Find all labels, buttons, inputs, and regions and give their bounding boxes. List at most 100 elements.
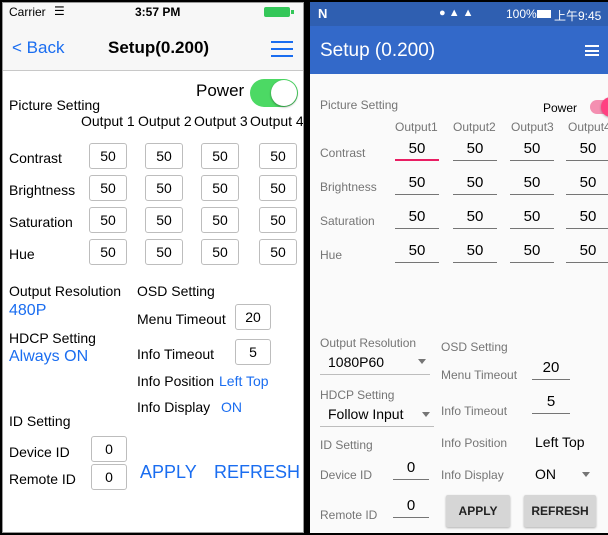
contrast-output-4-field[interactable]: 50	[259, 143, 297, 169]
power-switch[interactable]	[250, 79, 298, 107]
refresh-button[interactable]: REFRESH	[524, 495, 596, 527]
status-time: 3:57 PM	[135, 5, 181, 19]
brightness-output-2-field[interactable]: 50	[453, 173, 497, 195]
power-switch-thumb[interactable]	[601, 97, 608, 117]
contrast-output-1-field[interactable]: 50	[395, 139, 439, 161]
hue-output-1-field[interactable]: 50	[395, 241, 439, 263]
android-screen: N ● ▲ ▲ 100% 上午9:45 Setup (0.200) Pictur…	[310, 2, 608, 533]
output-resolution-value[interactable]: 480P	[9, 302, 46, 320]
contrast-output-2-field[interactable]: 50	[145, 143, 183, 169]
contrast-output-3-field[interactable]: 50	[510, 139, 554, 161]
info-timeout-field[interactable]: 5	[235, 339, 271, 365]
page-title: Setup(0.200)	[108, 38, 210, 57]
info-position-value[interactable]: Left Top	[535, 434, 585, 450]
brightness-output-2-field[interactable]: 50	[145, 175, 183, 201]
output-resolution-underline	[320, 374, 430, 375]
contrast-output-2-field[interactable]: 50	[453, 139, 497, 161]
saturation-output-3-field[interactable]: 50	[201, 207, 239, 233]
contrast-output-1-field[interactable]: 50	[89, 143, 127, 169]
output-4-header: Output4	[568, 120, 608, 134]
power-label: Power	[543, 101, 578, 115]
battery-icon	[537, 10, 551, 18]
saturation-output-3-field[interactable]: 50	[510, 207, 554, 229]
brightness-output-4-field[interactable]: 50	[566, 173, 608, 195]
hdcp-setting-value[interactable]: Follow Input	[328, 406, 403, 422]
remote-id-field[interactable]: 0	[91, 464, 127, 490]
apply-button[interactable]: APPLY	[446, 495, 510, 527]
saturation-output-1-field[interactable]: 50	[395, 207, 439, 229]
carrier-label: Carrier	[9, 5, 46, 19]
menu-timeout-field[interactable]: 20	[532, 358, 570, 380]
hue-output-3-field[interactable]: 50	[201, 239, 239, 265]
power-label: Power	[196, 81, 245, 100]
device-id-field[interactable]: 0	[393, 458, 429, 480]
saturation-label: Saturation	[320, 214, 375, 228]
hdcp-setting-underline	[320, 426, 434, 427]
android-status-bar: N ● ▲ ▲ 100% 上午9:45	[310, 2, 608, 26]
hdcp-setting-value[interactable]: Always ON	[9, 348, 88, 366]
info-timeout-label: Info Timeout	[137, 346, 215, 362]
saturation-output-2-field[interactable]: 50	[145, 207, 183, 233]
info-display-label: Info Display	[137, 399, 211, 415]
output-1-header: Output1	[395, 120, 438, 134]
saturation-output-4-field[interactable]: 50	[259, 207, 297, 233]
battery-icon	[264, 7, 290, 17]
saturation-label: Saturation	[9, 214, 73, 230]
saturation-output-1-field[interactable]: 50	[89, 207, 127, 233]
picture-setting-label: Picture Setting	[320, 98, 399, 112]
brightness-output-3-field[interactable]: 50	[510, 173, 554, 195]
output-2-header: Output 2	[138, 113, 192, 129]
brightness-label: Brightness	[9, 182, 76, 198]
hue-output-4-field[interactable]: 50	[259, 239, 297, 265]
status-time: 上午9:45	[554, 9, 602, 23]
refresh-button[interactable]: REFRESH	[214, 462, 300, 483]
output-3-header: Output 3	[194, 113, 248, 129]
android-app-bar: Setup (0.200)	[310, 26, 608, 74]
info-position-label: Info Position	[441, 436, 508, 450]
wifi-icon: ☰	[54, 4, 65, 18]
hdcp-setting-label: HDCP Setting	[320, 388, 395, 402]
hue-output-1-field[interactable]: 50	[89, 239, 127, 265]
hue-output-3-field[interactable]: 50	[510, 241, 554, 263]
contrast-output-4-field[interactable]: 50	[566, 139, 608, 161]
page-title: Setup (0.200)	[320, 40, 436, 61]
brightness-output-1-field[interactable]: 50	[89, 175, 127, 201]
output-3-header: Output3	[511, 120, 554, 134]
remote-id-label: Remote ID	[9, 471, 76, 487]
battery-percent: 100%	[506, 7, 537, 21]
device-id-field[interactable]: 0	[91, 436, 127, 462]
ios-nav-bar: < Back Setup(0.200)	[3, 21, 303, 71]
menu-timeout-field[interactable]: 20	[235, 304, 271, 330]
apply-button[interactable]: APPLY	[140, 462, 197, 483]
info-timeout-field[interactable]: 5	[532, 392, 570, 414]
remote-id-label: Remote ID	[320, 508, 378, 522]
output-resolution-dropdown-icon[interactable]	[418, 359, 426, 364]
contrast-output-3-field[interactable]: 50	[201, 143, 239, 169]
saturation-output-4-field[interactable]: 50	[566, 207, 608, 229]
hue-output-2-field[interactable]: 50	[145, 239, 183, 265]
picture-setting-label: Picture Setting	[9, 97, 101, 113]
menu-timeout-label: Menu Timeout	[137, 311, 226, 327]
saturation-output-2-field[interactable]: 50	[453, 207, 497, 229]
hue-output-2-field[interactable]: 50	[453, 241, 497, 263]
hamburger-menu-icon[interactable]	[271, 41, 293, 57]
info-display-value[interactable]: ON	[535, 466, 556, 482]
info-timeout-label: Info Timeout	[441, 404, 508, 418]
remote-id-field[interactable]: 0	[393, 496, 429, 518]
hdcp-setting-dropdown-icon[interactable]	[422, 412, 430, 417]
hue-label: Hue	[320, 248, 343, 262]
output-1-header: Output 1	[81, 113, 135, 129]
output-resolution-value[interactable]: 1080P60	[328, 354, 384, 370]
brightness-label: Brightness	[320, 180, 377, 194]
brightness-output-4-field[interactable]: 50	[259, 175, 297, 201]
info-display-dropdown-icon[interactable]	[582, 472, 590, 477]
contrast-label: Contrast	[320, 146, 366, 160]
hue-output-4-field[interactable]: 50	[566, 241, 608, 263]
brightness-output-1-field[interactable]: 50	[395, 173, 439, 195]
hamburger-menu-icon[interactable]	[585, 45, 599, 56]
back-button[interactable]: < Back	[12, 38, 64, 58]
brightness-output-3-field[interactable]: 50	[201, 175, 239, 201]
info-position-value[interactable]: Left Top	[219, 373, 269, 389]
output-resolution-label: Output Resolution	[9, 283, 122, 299]
info-display-value[interactable]: ON	[221, 399, 242, 415]
